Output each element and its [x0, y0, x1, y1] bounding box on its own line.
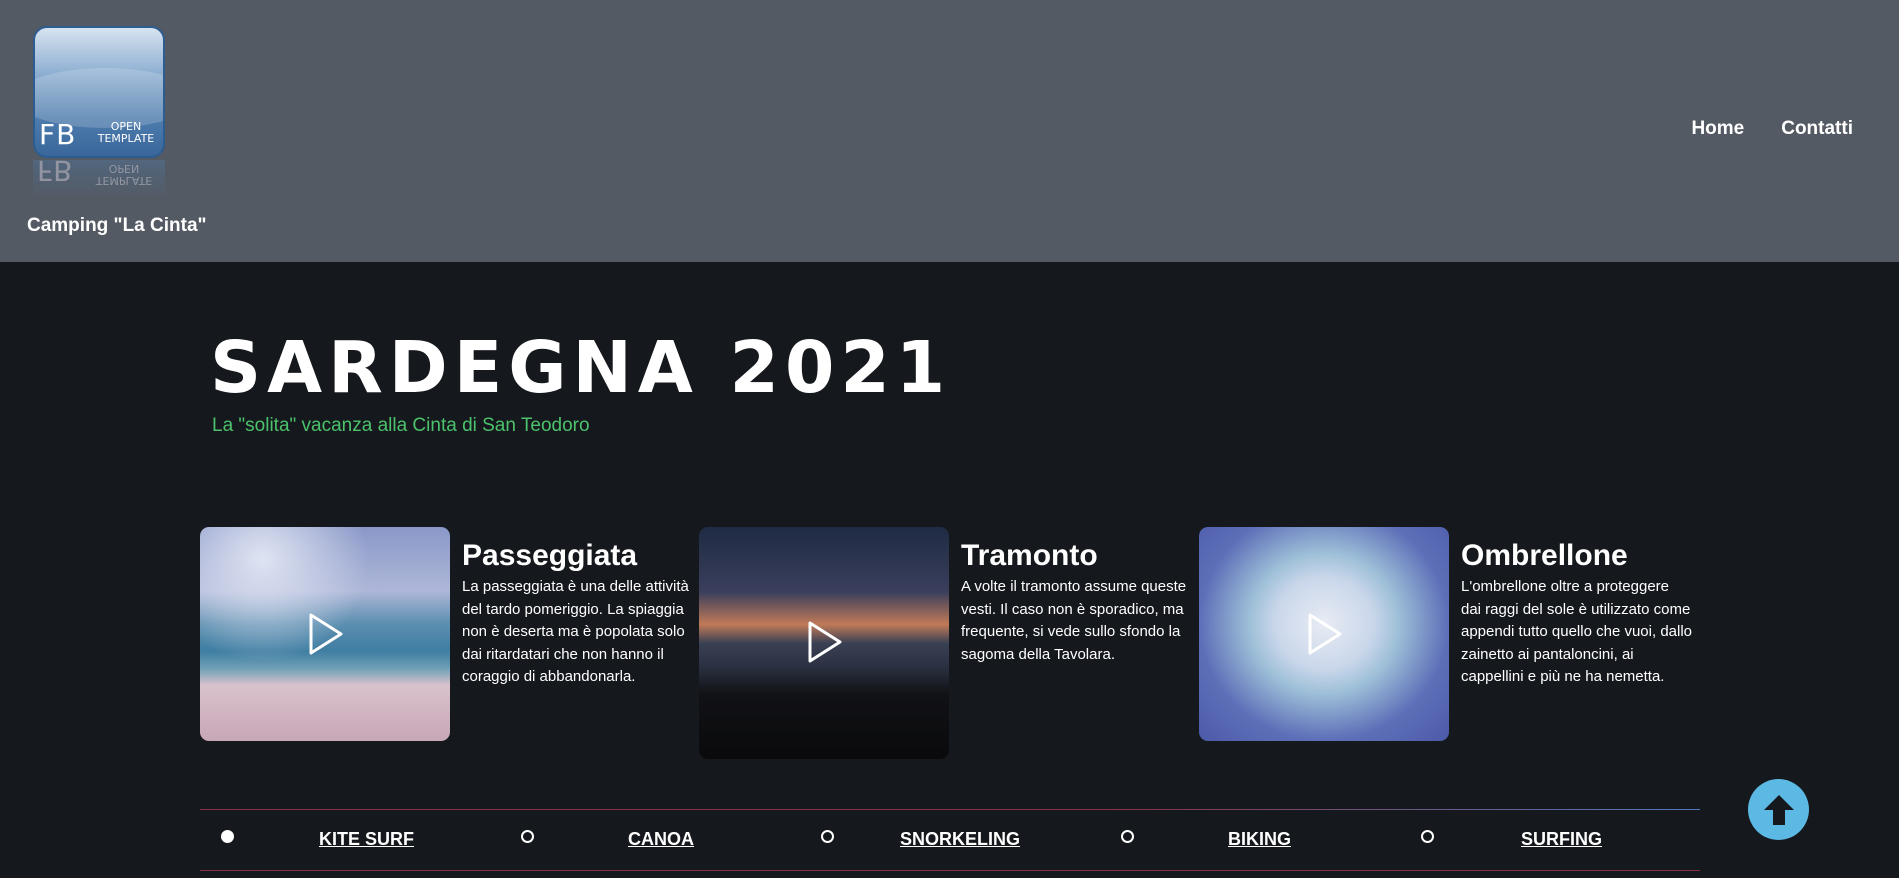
logo-sub-text: OPEN TEMPLATE — [89, 121, 163, 145]
tab-surfing-label[interactable]: SURFING — [1521, 829, 1602, 850]
site-name: Camping "La Cinta" — [27, 215, 207, 236]
logo-reflection-sub-1: OPEN — [108, 162, 140, 175]
card-title: Ombrellone — [1461, 539, 1628, 572]
arrow-up-icon — [1763, 794, 1794, 825]
tab-indicator[interactable] — [821, 830, 834, 843]
play-icon[interactable] — [804, 619, 844, 665]
tab-indicator[interactable] — [1421, 830, 1434, 843]
tab-kite-surf-label[interactable]: KITE SURF — [319, 829, 414, 850]
site-logo[interactable]: FB OPEN TEMPLATE — [33, 26, 165, 158]
nav-home-link[interactable]: Home — [1691, 118, 1744, 140]
logo-reflection-sub-2: TEMPLATE — [95, 174, 153, 187]
tab-kite-surf[interactable] — [221, 830, 234, 843]
page-subtitle: La "solita" vacanza alla Cinta di San Te… — [212, 415, 590, 436]
tab-indicator[interactable] — [1121, 830, 1134, 843]
play-icon[interactable] — [1304, 611, 1344, 657]
video-thumbnail[interactable] — [1199, 527, 1449, 741]
tab-canoa-label[interactable]: CANOA — [628, 829, 694, 850]
logo-sub-text-2: TEMPLATE — [97, 132, 155, 145]
video-card-ombrellone: Ombrellone L'ombrellone oltre a protegge… — [1199, 527, 1699, 767]
site-header: FB OPEN TEMPLATE FB TEMPLATE OPEN Campin… — [0, 0, 1899, 262]
tab-snorkeling-label[interactable]: SNORKELING — [900, 829, 1020, 850]
play-icon[interactable] — [305, 611, 345, 657]
card-title: Tramonto — [961, 539, 1098, 572]
card-text: La passeggiata è una delle attività del … — [462, 578, 689, 685]
tab-biking[interactable] — [1121, 830, 1134, 843]
tab-snorkeling[interactable] — [821, 830, 834, 843]
logo-main-text: FB — [39, 118, 77, 151]
main-nav: Home Contatti — [1691, 118, 1853, 140]
tab-indicator[interactable] — [521, 830, 534, 843]
page-title: SARDEGNA 2021 — [210, 326, 952, 409]
nav-contatti-link[interactable]: Contatti — [1781, 118, 1853, 140]
scroll-to-top-button[interactable] — [1748, 779, 1809, 840]
video-card-tramonto: Tramonto A volte il tramonto assume ques… — [699, 527, 1199, 767]
activity-tabs: KITE SURF CANOA SNORKELING BIKING SURFIN… — [200, 809, 1700, 871]
tab-canoa[interactable] — [521, 830, 534, 843]
logo-reflection-main: FB — [37, 160, 73, 187]
logo-reflection: FB TEMPLATE OPEN — [33, 160, 165, 200]
tab-biking-label[interactable]: BIKING — [1228, 829, 1291, 850]
tab-surfing[interactable] — [1421, 830, 1434, 843]
tab-indicator[interactable] — [221, 830, 234, 843]
card-title: Passeggiata — [462, 539, 638, 572]
card-text: A volte il tramonto assume queste vesti.… — [961, 578, 1187, 663]
video-thumbnail[interactable] — [699, 527, 949, 759]
video-card-passeggiata: Passeggiata La passeggiata è una delle a… — [200, 527, 700, 767]
logo-reflection-sub: TEMPLATE OPEN — [87, 162, 161, 187]
card-text: L'ombrellone oltre a proteggere dai ragg… — [1461, 578, 1693, 685]
video-thumbnail[interactable] — [200, 527, 450, 741]
